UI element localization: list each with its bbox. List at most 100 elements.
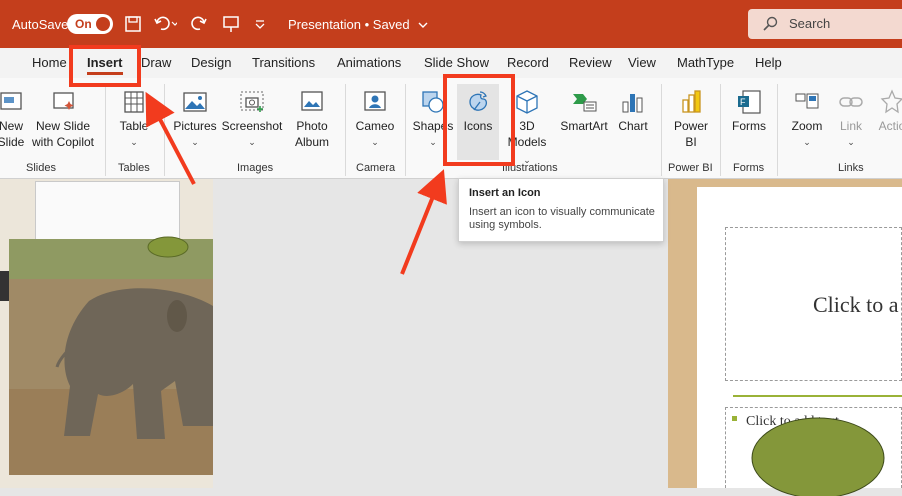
- forms-button[interactable]: F Forms: [727, 88, 771, 134]
- zoom-button[interactable]: Zoom ⌄: [785, 88, 829, 150]
- group-label-images: Images: [237, 162, 274, 174]
- search-box[interactable]: Search: [748, 9, 902, 39]
- tab-draw[interactable]: Draw: [141, 55, 171, 70]
- thumbnail-oval: [147, 236, 189, 258]
- group-label-forms: Forms: [733, 162, 765, 174]
- slide-thumbnail-pane[interactable]: [0, 179, 213, 488]
- smartart-label: SmartArt: [560, 119, 608, 133]
- new-slide-copilot-button[interactable]: New Slide with Copilot: [30, 88, 96, 150]
- new-slide-icon: [0, 92, 22, 110]
- search-placeholder: Search: [789, 16, 831, 31]
- search-icon: [762, 16, 778, 37]
- zoom-icon: [795, 93, 819, 109]
- tab-animations[interactable]: Animations: [337, 55, 401, 70]
- link-button[interactable]: Link ⌄: [834, 88, 868, 150]
- highlight-box-icons-button: [443, 74, 515, 166]
- screenshot-button[interactable]: Screenshot ⌄: [221, 88, 283, 150]
- screenshot-label: Screenshot: [221, 119, 283, 133]
- forms-label: Forms: [732, 119, 766, 133]
- new-slide-label-1: New: [0, 119, 23, 133]
- cameo-button[interactable]: Cameo ⌄: [352, 88, 398, 150]
- smartart-button[interactable]: SmartArt: [556, 88, 612, 134]
- ribbon-separator: [164, 84, 165, 176]
- tab-slide-show[interactable]: Slide Show: [424, 55, 489, 70]
- group-label-links: Links: [838, 162, 864, 174]
- title-bar: AutoSave On Presentation • Saved Search: [0, 0, 902, 48]
- present-icon[interactable]: [222, 0, 240, 48]
- pictures-button[interactable]: Pictures ⌄: [171, 88, 219, 150]
- ribbon-separator: [777, 84, 778, 176]
- ribbon-separator: [345, 84, 346, 176]
- copilot-slide-icon: [53, 92, 74, 110]
- thumbnail-title-placeholder: [35, 181, 180, 243]
- cameo-label: Cameo: [355, 119, 395, 133]
- group-label-slides: Slides: [26, 162, 56, 174]
- autosave-toggle[interactable]: On: [67, 14, 113, 34]
- screenshot-icon: [240, 91, 264, 112]
- forms-icon: F: [738, 90, 761, 114]
- title-placeholder-text: Click to a: [813, 292, 899, 317]
- chart-button[interactable]: Chart: [613, 88, 653, 134]
- pictures-label: Pictures: [173, 119, 217, 133]
- document-title: Presentation • Saved: [288, 16, 410, 32]
- redo-icon[interactable]: [190, 0, 208, 48]
- action-label: Actio: [878, 119, 902, 133]
- tab-review[interactable]: Review: [569, 55, 612, 70]
- smartart-icon: [573, 94, 597, 112]
- action-button[interactable]: Actio: [872, 88, 902, 134]
- link-icon: [839, 97, 863, 107]
- chevron-down-icon: ⌄: [847, 137, 855, 147]
- ribbon-separator: [661, 84, 662, 176]
- power-bi-icon: [682, 90, 701, 113]
- elephant-photo: [9, 239, 213, 475]
- save-icon[interactable]: [124, 0, 142, 48]
- tab-home[interactable]: Home: [32, 55, 67, 70]
- table-button[interactable]: Table ⌄: [111, 88, 157, 150]
- chevron-down-icon: ⌄: [803, 137, 811, 147]
- customize-qat-icon[interactable]: [254, 0, 266, 48]
- ribbon-separator: [105, 84, 106, 176]
- bullet-marker: [732, 416, 737, 421]
- ribbon-separator: [720, 84, 721, 176]
- undo-icon[interactable]: [153, 0, 177, 48]
- table-label: Table: [119, 119, 149, 133]
- tab-view[interactable]: View: [628, 55, 656, 70]
- power-bi-label-1: Power: [673, 119, 708, 133]
- tab-transitions[interactable]: Transitions: [252, 55, 315, 70]
- chevron-down-icon: ⌄: [130, 137, 138, 147]
- copilot-label-1: New Slide: [35, 119, 91, 133]
- icons-tooltip: Insert an Icon Insert an icon to visuall…: [458, 178, 664, 242]
- picture-icon: [183, 92, 207, 112]
- chart-label: Chart: [618, 119, 648, 133]
- cameo-icon: [364, 91, 386, 111]
- slide-oval-shape[interactable]: [750, 416, 886, 496]
- chevron-down-icon: ⌄: [371, 137, 379, 147]
- power-bi-label-2: BI: [685, 135, 697, 149]
- autosave-label: AutoSave: [12, 16, 69, 32]
- table-icon: [124, 91, 144, 113]
- title-placeholder[interactable]: Click to a: [725, 227, 902, 381]
- power-bi-button[interactable]: Power BI: [668, 88, 714, 150]
- photo-album-button[interactable]: Photo Album: [286, 88, 338, 150]
- highlight-box-insert-tab: [69, 45, 141, 87]
- group-label-power-bi: Power BI: [668, 162, 713, 174]
- new-slide-button[interactable]: New Slide: [0, 88, 28, 150]
- chevron-down-icon[interactable]: [418, 17, 428, 32]
- ribbon-separator: [405, 84, 406, 176]
- tooltip-body: Insert an icon to visually communicate u…: [469, 206, 655, 231]
- toggle-knob: [96, 17, 110, 31]
- tab-help[interactable]: Help: [755, 55, 782, 70]
- tab-mathtype[interactable]: MathType: [677, 55, 734, 70]
- zoom-label: Zoom: [791, 119, 823, 133]
- link-label: Link: [839, 119, 862, 133]
- copilot-label-2: with Copilot: [31, 135, 95, 149]
- star-icon: [880, 89, 902, 114]
- photo-album-label-2: Album: [294, 135, 329, 149]
- cube-icon: [516, 90, 538, 114]
- slide-accent-line: [733, 395, 902, 397]
- new-slide-label-2: Slide: [0, 135, 25, 149]
- photo-album-label-1: Photo: [296, 119, 328, 133]
- tab-record[interactable]: Record: [507, 55, 549, 70]
- tab-design[interactable]: Design: [191, 55, 231, 70]
- svg-text:F: F: [740, 97, 746, 107]
